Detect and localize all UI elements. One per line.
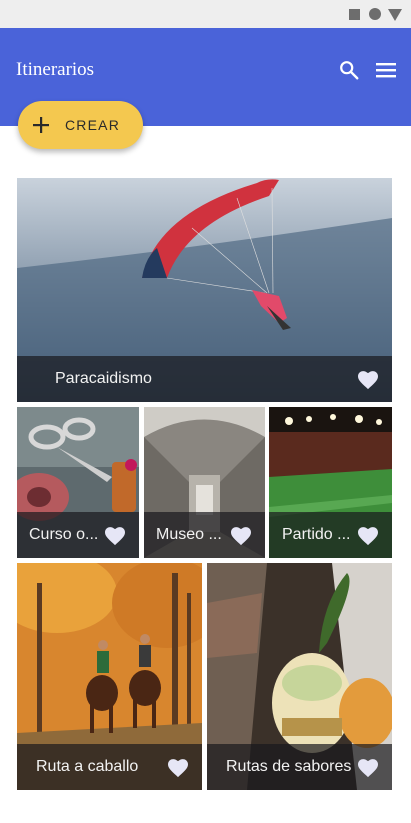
plus-icon: [33, 117, 49, 133]
itinerary-card-ruta-a-caballo[interactable]: Ruta a caballo: [17, 563, 202, 790]
heart-icon[interactable]: [104, 526, 126, 546]
card-title: Rutas de sabores: [226, 758, 352, 775]
create-button[interactable]: CREAR: [18, 101, 143, 149]
card-title: Partido ...: [282, 526, 351, 543]
heart-icon[interactable]: [230, 526, 252, 546]
menu-icon[interactable]: [374, 58, 398, 82]
home-icon: [369, 8, 381, 20]
search-icon[interactable]: [337, 58, 361, 82]
heart-icon[interactable]: [357, 758, 379, 778]
heart-icon[interactable]: [167, 758, 189, 778]
app-title: Itinerarios: [16, 59, 95, 80]
card-title: Paracaidismo: [55, 370, 152, 387]
status-bar: [0, 0, 411, 28]
itinerary-card-partido[interactable]: Partido ...: [269, 407, 392, 558]
heart-icon[interactable]: [357, 370, 379, 390]
itinerary-card-curso[interactable]: Curso o...: [17, 407, 139, 558]
card-title: Museo ...: [156, 526, 222, 543]
card-title: Ruta a caballo: [36, 758, 139, 775]
card-title: Curso o...: [29, 526, 99, 543]
heart-icon[interactable]: [357, 526, 379, 546]
itinerary-card-paracaidismo[interactable]: Paracaidismo: [17, 178, 392, 402]
recent-apps-icon: [349, 9, 360, 20]
create-button-label: CREAR: [65, 117, 121, 133]
itinerary-card-rutas-de-sabores[interactable]: Rutas de sabores: [207, 563, 392, 790]
itinerary-card-museo[interactable]: Museo ...: [144, 407, 265, 558]
back-triangle-icon: [388, 9, 402, 21]
